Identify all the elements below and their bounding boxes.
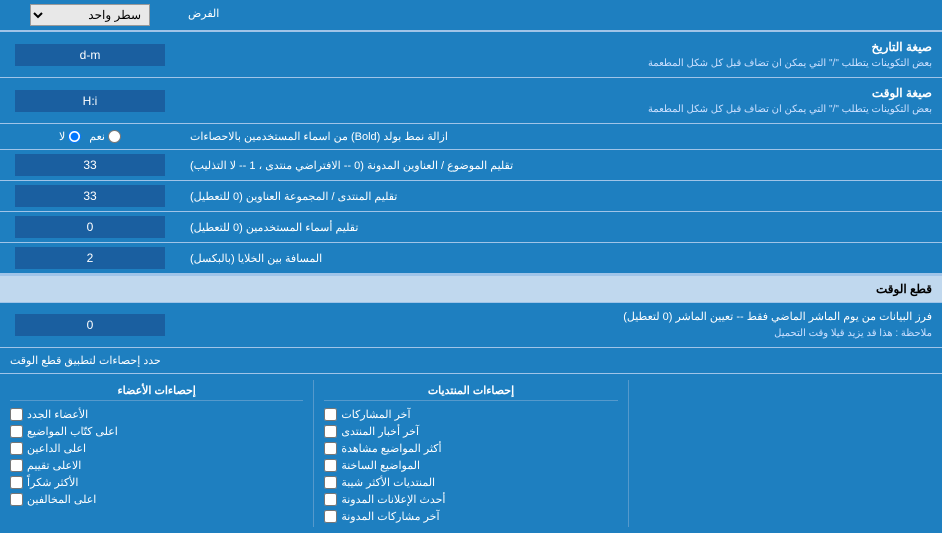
checkbox-item: الاعلى تقييم (10, 459, 303, 472)
radio-yes-label[interactable]: نعم (89, 130, 121, 143)
cutoff-section-header: قطع الوقت (0, 274, 942, 303)
checkbox-item: الأكثر شكراً (10, 476, 303, 489)
checkbox-item: آخر أخبار المنتدى (324, 425, 617, 438)
checkbox-col-2: إحصاءات المنتديات آخر المشاركات آخر أخبا… (314, 380, 628, 527)
checkbox-most-forums[interactable] (324, 476, 337, 489)
checkboxes-container: إحصاءات المنتديات آخر المشاركات آخر أخبا… (0, 374, 942, 533)
trim-users-input-cell (0, 212, 180, 242)
checkbox-col-3 (629, 380, 942, 527)
checkbox-top-violators[interactable] (10, 493, 23, 506)
cutoff-row: فرز البيانات من يوم الماشر الماضي فقط --… (0, 303, 942, 348)
radio-no-label[interactable]: لا (59, 130, 81, 143)
time-format-sub-label: بعض التكوينات يتطلب "/" التي يمكن ان تضا… (190, 102, 932, 117)
bold-remove-label: ازالة نمط بولد (Bold) من اسماء المستخدمي… (180, 124, 942, 149)
trim-subjects-input[interactable] (15, 154, 165, 176)
checkbox-hot-topics[interactable] (324, 459, 337, 472)
time-format-label-cell: صيغة الوقت بعض التكوينات يتطلب "/" التي … (180, 78, 942, 123)
top-select-cell: سطر واحد سطرين ثلاثة أسطر (0, 0, 180, 30)
checkbox-latest-posts[interactable] (324, 408, 337, 421)
checkbox-top-writers[interactable] (10, 425, 23, 438)
date-format-input-cell (0, 32, 180, 77)
checkbox-col-1: إحصاءات الأعضاء الأعضاء الجدد اعلى كتّاب… (0, 380, 314, 527)
space-between-label: المسافة بين الخلايا (بالبكسل) (180, 243, 942, 273)
checkbox-item: أكثر المواضيع مشاهدة (324, 442, 617, 455)
trim-users-label: تقليم أسماء المستخدمين (0 للتعطيل) (180, 212, 942, 242)
checkbox-item: أحدث الإعلانات المدونة (324, 493, 617, 506)
trim-subjects-label: تقليم الموضوع / العناوين المدونة (0 -- ا… (180, 150, 942, 180)
checkbox-item: المنتديات الأكثر شيبة (324, 476, 617, 489)
date-format-input[interactable] (15, 44, 165, 66)
checkbox-new-members[interactable] (10, 408, 23, 421)
radio-yes[interactable] (108, 130, 121, 143)
trim-users-row: تقليم أسماء المستخدمين (0 للتعطيل) (0, 212, 942, 243)
bold-remove-row: ازالة نمط بولد (Bold) من اسماء المستخدمي… (0, 124, 942, 150)
date-format-sub-label: بعض التكوينات يتطلب "/" التي يمكن ان تضا… (190, 56, 932, 71)
col2-header: إحصاءات المنتديات (324, 384, 617, 401)
trim-forum-row: تقليم المنتدى / المجموعة العناوين (0 للت… (0, 181, 942, 212)
trim-users-input[interactable] (15, 216, 165, 238)
checkbox-latest-announcements[interactable] (324, 493, 337, 506)
checkbox-item: اعلى الداعين (10, 442, 303, 455)
time-format-main-label: صيغة الوقت (190, 84, 932, 102)
checkbox-item: اعلى المخالفين (10, 493, 303, 506)
space-between-input-cell (0, 243, 180, 273)
checkbox-forum-news[interactable] (324, 425, 337, 438)
time-format-row: صيغة الوقت بعض التكوينات يتطلب "/" التي … (0, 78, 942, 124)
space-between-input[interactable] (15, 247, 165, 269)
checkbox-item: اعلى كتّاب المواضيع (10, 425, 303, 438)
checkbox-item: الأعضاء الجدد (10, 408, 303, 421)
time-format-input-cell (0, 78, 180, 123)
cutoff-main-label: فرز البيانات من يوم الماشر الماضي فقط --… (190, 309, 932, 326)
date-format-main-label: صيغة التاريخ (190, 38, 932, 56)
time-format-input[interactable] (15, 90, 165, 112)
top-label: الفرض (180, 0, 942, 30)
checkbox-most-viewed[interactable] (324, 442, 337, 455)
checkbox-item: المواضيع الساخنة (324, 459, 617, 472)
bold-remove-radio-cell: نعم لا (0, 124, 180, 149)
trim-forum-input[interactable] (15, 185, 165, 207)
trim-subjects-input-cell (0, 150, 180, 180)
stats-apply-label: حدد إحصاءات لتطبيق قطع الوقت (0, 348, 942, 373)
radio-no[interactable] (68, 130, 81, 143)
checkbox-top-rated[interactable] (10, 459, 23, 472)
top-row: الفرض سطر واحد سطرين ثلاثة أسطر (0, 0, 942, 32)
col1-header: إحصاءات الأعضاء (10, 384, 303, 401)
cutoff-note-label: ملاحظة : هذا قد يزيد قيلا وقت التحميل (190, 326, 932, 341)
trim-subjects-row: تقليم الموضوع / العناوين المدونة (0 -- ا… (0, 150, 942, 181)
stats-header-row: حدد إحصاءات لتطبيق قطع الوقت (0, 348, 942, 374)
cutoff-input[interactable] (15, 314, 165, 336)
date-format-label-cell: صيغة التاريخ بعض التكوينات يتطلب "/" الت… (180, 32, 942, 77)
checkbox-blog-posts[interactable] (324, 510, 337, 523)
space-between-row: المسافة بين الخلايا (بالبكسل) (0, 243, 942, 274)
checkbox-most-thanks[interactable] (10, 476, 23, 489)
cutoff-label-cell: فرز البيانات من يوم الماشر الماضي فقط --… (180, 303, 942, 347)
cutoff-input-cell (0, 303, 180, 347)
trim-forum-input-cell (0, 181, 180, 211)
checkbox-top-inviters[interactable] (10, 442, 23, 455)
checkbox-item: آخر مشاركات المدونة (324, 510, 617, 523)
trim-forum-label: تقليم المنتدى / المجموعة العناوين (0 للت… (180, 181, 942, 211)
display-mode-select[interactable]: سطر واحد سطرين ثلاثة أسطر (30, 4, 150, 26)
main-container: الفرض سطر واحد سطرين ثلاثة أسطر صيغة الت… (0, 0, 942, 533)
date-format-row: صيغة التاريخ بعض التكوينات يتطلب "/" الت… (0, 32, 942, 78)
checkbox-item: آخر المشاركات (324, 408, 617, 421)
